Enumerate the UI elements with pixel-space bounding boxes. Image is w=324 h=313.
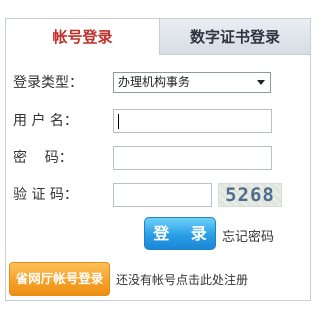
register-link[interactable]: 还没有帐号点击此处注册	[116, 271, 248, 288]
login-type-select[interactable]: 办理机构事务	[113, 72, 271, 93]
login-type-label: 登录类型：	[13, 75, 83, 91]
username-label: 用 户 名：	[13, 113, 78, 129]
captcha-image[interactable]: 5268	[218, 183, 282, 207]
login-button[interactable]: 登 录	[144, 217, 216, 250]
login-type-row: 登录类型： 办理机构事务	[6, 70, 310, 96]
username-input[interactable]	[113, 109, 272, 133]
forgot-password-link[interactable]: 忘记密码	[222, 226, 274, 245]
login-tabs: 帐号登录 数字证书登录	[6, 19, 310, 55]
password-input[interactable]	[113, 146, 272, 170]
tab-account-login[interactable]: 帐号登录	[6, 19, 159, 55]
username-row: 用 户 名：	[6, 108, 310, 134]
text-caret	[118, 114, 119, 129]
province-account-login-button[interactable]: 省网厅帐号登录	[9, 262, 110, 296]
password-row: 密 码：	[6, 145, 310, 171]
password-label: 密 码：	[13, 150, 73, 166]
captcha-label: 验 证 码：	[13, 187, 78, 203]
login-panel: 帐号登录 数字证书登录 登录类型： 办理机构事务 用 户 名： 密 码： 验 证…	[5, 18, 311, 301]
tab-certificate-login[interactable]: 数字证书登录	[159, 19, 310, 55]
chevron-down-icon	[257, 80, 265, 85]
captcha-input[interactable]	[113, 183, 212, 207]
login-type-selected-value: 办理机构事务	[118, 75, 191, 89]
captcha-row: 验 证 码： 5268	[6, 182, 310, 208]
